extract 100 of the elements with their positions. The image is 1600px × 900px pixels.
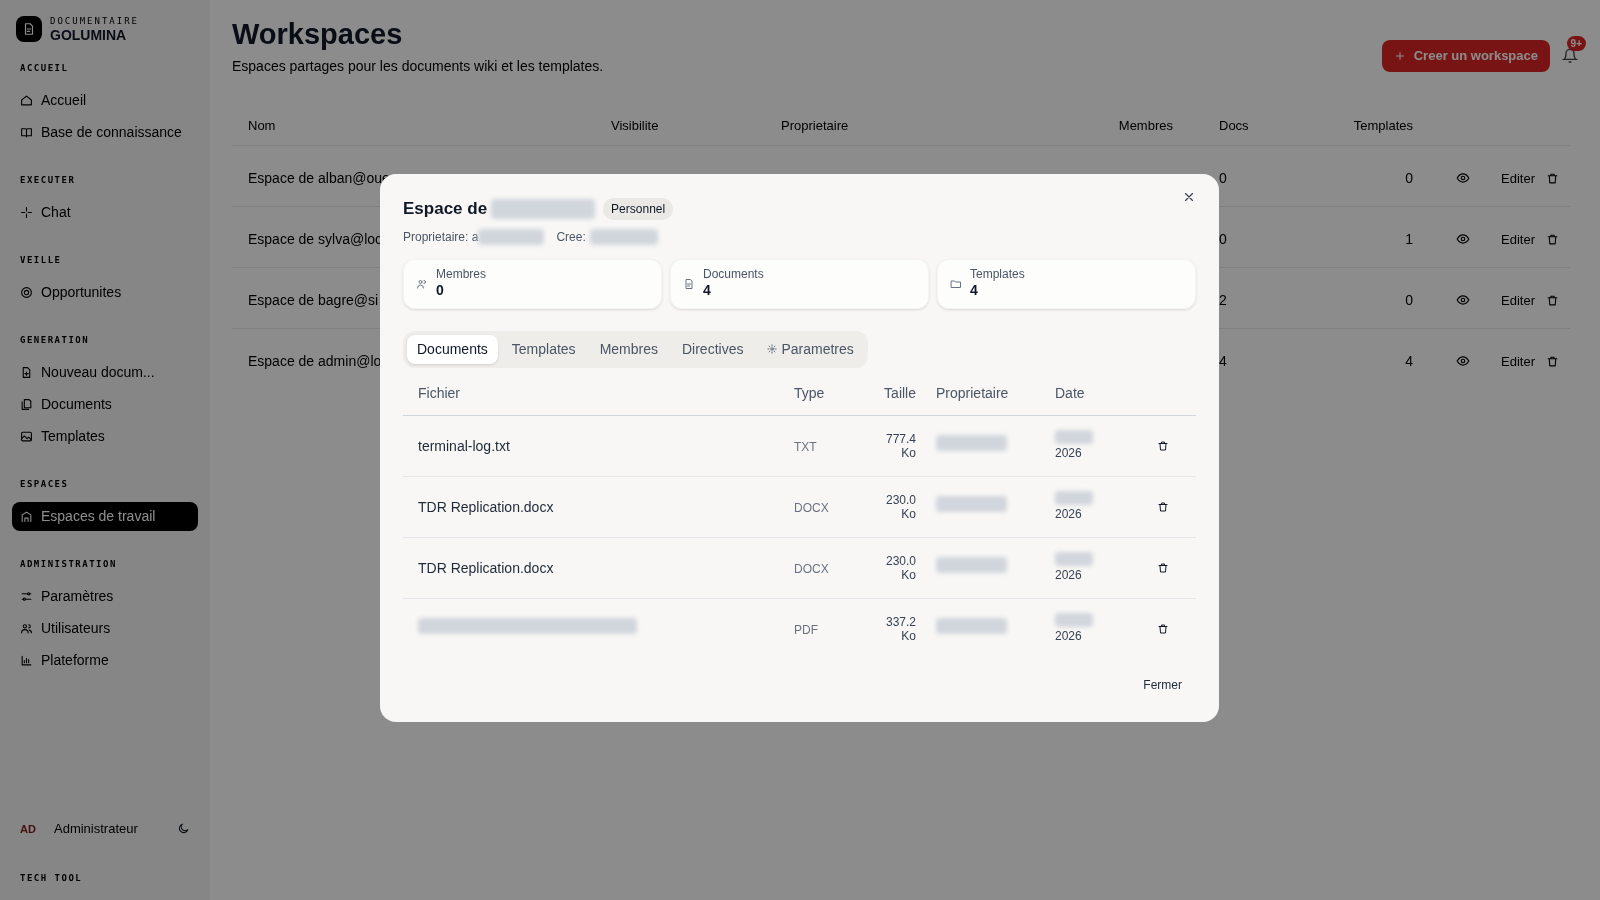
table-cell: 0 (1219, 169, 1227, 186)
home-icon (20, 94, 33, 107)
trash-icon[interactable] (1546, 171, 1559, 185)
brand-name: GOLUMINA (50, 27, 128, 42)
table-cell: 0 (1219, 230, 1227, 247)
stat-value: 4 (703, 282, 712, 300)
nav-item[interactable]: Opportunites (12, 278, 198, 307)
eye-icon[interactable] (1456, 232, 1470, 247)
trash-icon[interactable] (1546, 354, 1559, 368)
folder-icon (950, 277, 962, 290)
nav-item[interactable]: Nouveau docum... (12, 358, 198, 387)
redacted-text (1055, 490, 1093, 505)
redacted-text (936, 495, 1007, 512)
column-header: Proprietaire (781, 117, 849, 133)
nav-item[interactable]: Utilisateurs (12, 614, 198, 643)
workspace-name: Espace de sylva@loc (248, 230, 383, 247)
users-icon (20, 622, 33, 635)
close-icon[interactable] (1182, 190, 1196, 204)
nav-item[interactable]: Chat (12, 198, 198, 227)
eye-icon[interactable] (1456, 354, 1470, 369)
edit-button[interactable]: Editer (1501, 290, 1535, 311)
stat-label: Templates (970, 267, 1025, 283)
nav-item[interactable]: Paramètres (12, 582, 198, 611)
table-cell: 0 (1405, 291, 1413, 308)
column-header: Type (794, 383, 826, 403)
edit-button[interactable]: Editer (1501, 229, 1535, 250)
trash-icon[interactable] (1546, 232, 1559, 246)
section-heading: VEILLE (20, 255, 62, 265)
section-heading: ADMINISTRATION (20, 559, 117, 569)
tab[interactable]: Documents (407, 334, 498, 364)
edit-button[interactable]: Editer (1501, 351, 1535, 372)
stat-value: 4 (970, 282, 979, 300)
create-workspace-button[interactable]: Creer un workspace (1381, 40, 1550, 72)
file-size: 777.4 Ko (884, 431, 916, 460)
moon-icon[interactable] (177, 821, 190, 835)
section-heading: ACCUEIL (20, 63, 69, 73)
trash-icon[interactable] (1157, 623, 1169, 635)
file-date: 2026 (1055, 566, 1082, 584)
trash-icon[interactable] (1157, 500, 1169, 513)
file-type: DOCX (794, 500, 829, 515)
column-header: Nom (248, 117, 276, 133)
sliders-icon (20, 590, 33, 603)
file-plus-icon (20, 366, 33, 379)
buildings-icon (20, 510, 33, 523)
users-icon (416, 277, 428, 290)
table-cell: 4 (1219, 352, 1227, 369)
nav-item[interactable]: Documents (12, 390, 198, 419)
document-icon (683, 277, 695, 290)
notification-badge: 9+ (1566, 35, 1586, 51)
redacted-text (1055, 429, 1093, 444)
trash-icon[interactable] (1546, 293, 1559, 307)
table-cell: 0 (1405, 169, 1413, 186)
tab[interactable]: Templates (501, 334, 586, 364)
file-size: 230.0 Ko (884, 492, 916, 521)
file-type: PDF (794, 623, 818, 637)
bell-icon[interactable] (1562, 47, 1578, 64)
section-heading: ESPACES (20, 479, 69, 489)
column-header: Visibilite (611, 117, 659, 133)
file-type: DOCX (794, 561, 829, 576)
tab[interactable]: Directives (672, 334, 754, 364)
section-heading: EXECUTER (20, 175, 76, 185)
stat-label: Membres (436, 267, 486, 283)
nav-item[interactable]: Accueil (12, 86, 198, 115)
close-button[interactable]: Fermer (1139, 671, 1186, 698)
column-header: Docs (1219, 117, 1249, 133)
trash-icon[interactable] (1157, 561, 1169, 574)
table-cell: 1 (1405, 230, 1413, 247)
file-date: 2026 (1055, 505, 1082, 523)
file-size: 337.2 Ko (884, 615, 916, 643)
redacted-text (1055, 551, 1093, 566)
document-icon (22, 22, 36, 36)
file-name: TDR Replication.docx (418, 559, 554, 576)
page-title: Workspaces (232, 17, 403, 52)
file-date: 2026 (1055, 444, 1082, 462)
owner-label: Proprietaire: a (403, 228, 479, 246)
target-icon (20, 286, 33, 299)
tab[interactable]: Membres (589, 334, 668, 364)
column-header: Templates (1353, 117, 1413, 133)
file-name: terminal-log.txt (418, 437, 510, 454)
redacted-text (936, 434, 1007, 451)
brand-caption: DOCUMENTAIRE (50, 16, 140, 26)
visibility-badge: Personnel (603, 197, 674, 220)
file-size: 230.0 Ko (884, 553, 916, 582)
eye-icon[interactable] (1456, 293, 1470, 308)
nav-item[interactable]: Templates (12, 422, 198, 451)
created-label: Cree: (556, 228, 586, 246)
redacted-text (589, 228, 658, 245)
eye-icon[interactable] (1456, 171, 1470, 186)
nav-item[interactable]: Base de connaissance (12, 118, 198, 147)
redacted-text (478, 228, 545, 245)
edit-button[interactable]: Editer (1501, 168, 1535, 189)
column-header: Proprietaire (935, 383, 1010, 403)
plus-icon (1393, 49, 1406, 62)
gear-icon (767, 344, 778, 354)
column-header: Membres (1118, 117, 1173, 133)
nav-item[interactable]: Plateforme (12, 646, 198, 675)
tab[interactable]: Parametres (757, 334, 864, 364)
trash-icon[interactable] (1157, 439, 1169, 452)
sparkle-icon (20, 206, 33, 219)
nav-item[interactable]: Espaces de travail (12, 502, 198, 531)
